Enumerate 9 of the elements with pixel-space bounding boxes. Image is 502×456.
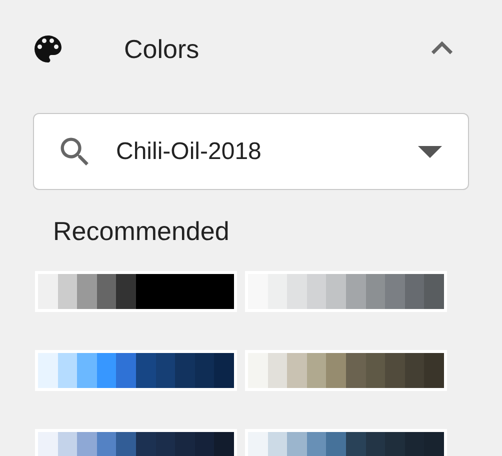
color-palette[interactable] xyxy=(245,271,447,312)
color-palette[interactable] xyxy=(35,271,237,312)
dropdown-caret-icon xyxy=(418,146,442,158)
section-title: Colors xyxy=(124,34,200,64)
select-value: Chili-Oil-2018 xyxy=(116,138,262,166)
recommended-heading: Recommended xyxy=(53,216,230,247)
palette-select[interactable]: Chili-Oil-2018 xyxy=(33,113,469,190)
color-palette[interactable] xyxy=(245,350,447,391)
color-palette[interactable] xyxy=(35,350,237,391)
